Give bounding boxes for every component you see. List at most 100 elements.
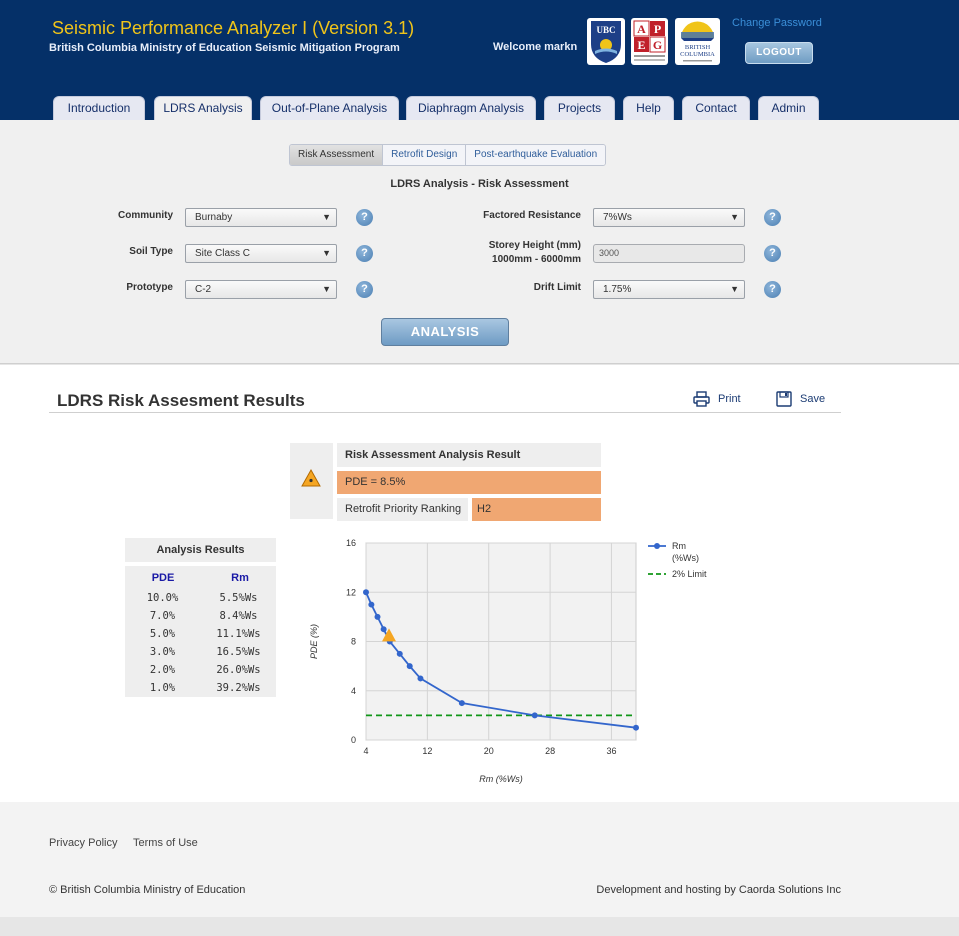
chevron-down-icon: ▼ bbox=[322, 248, 331, 258]
community-value: Burnaby bbox=[195, 212, 233, 223]
tab-introduction[interactable]: Introduction bbox=[53, 96, 145, 120]
risk-assessment-form: Risk Assessment Retrofit Design Post-ear… bbox=[0, 120, 959, 364]
rm-data-point bbox=[458, 700, 465, 707]
analysis-button[interactable]: ANALYSIS bbox=[381, 318, 509, 346]
rm-data-point bbox=[363, 589, 369, 596]
drift-limit-help-icon[interactable]: ? bbox=[764, 281, 781, 298]
table-cell-rm: 5.5%Ws bbox=[219, 592, 258, 604]
results-section: LDRS Risk Assesment Results Print Save R… bbox=[0, 365, 959, 802]
save-label: Save bbox=[800, 393, 826, 405]
column-header-rm: Rm bbox=[231, 572, 249, 584]
rm-data-point bbox=[396, 650, 403, 657]
rm-data-point bbox=[406, 663, 413, 670]
x-tick-label: 36 bbox=[606, 746, 616, 756]
privacy-policy-link[interactable]: Privacy Policy bbox=[49, 837, 117, 849]
chevron-down-icon: ▼ bbox=[730, 284, 739, 294]
legend-label-rm-unit: (%Ws) bbox=[672, 553, 699, 563]
prototype-select[interactable]: C-2 ▼ bbox=[185, 280, 337, 299]
retrofit-priority-value: H2 bbox=[472, 498, 601, 521]
column-header-pde: PDE bbox=[151, 572, 175, 584]
tab-projects[interactable]: Projects bbox=[544, 96, 615, 120]
table-cell-pde: 1.0% bbox=[149, 682, 176, 694]
site-footer: Privacy Policy Terms of Use © British Co… bbox=[0, 802, 959, 917]
prototype-help-icon[interactable]: ? bbox=[356, 281, 373, 298]
analysis-results-table: PDE Rm 10.0% 5.5%Ws 7.0% 8.4%Ws 5.0% 11.… bbox=[125, 566, 276, 697]
x-axis-title: Rm (%Ws) bbox=[479, 774, 523, 784]
y-tick-label: 8 bbox=[351, 637, 356, 647]
factored-resistance-label: Factored Resistance bbox=[483, 210, 581, 221]
logout-button[interactable]: LOGOUT bbox=[745, 42, 813, 64]
y-tick-label: 4 bbox=[351, 686, 356, 696]
drift-limit-select[interactable]: 1.75% ▼ bbox=[593, 280, 745, 299]
tab-admin[interactable]: Admin bbox=[758, 96, 819, 120]
y-axis-title: PDE (%) bbox=[309, 624, 319, 659]
chevron-down-icon: ▼ bbox=[322, 284, 331, 294]
sub-tabs: Risk Assessment Retrofit Design Post-ear… bbox=[289, 144, 607, 166]
app-title: Seismic Performance Analyzer I (Version … bbox=[52, 18, 415, 38]
tab-contact[interactable]: Contact bbox=[682, 96, 750, 120]
print-button[interactable]: Print bbox=[693, 391, 741, 407]
change-password-link[interactable]: Change Password bbox=[732, 17, 822, 29]
storey-height-input[interactable]: 3000 bbox=[593, 244, 745, 263]
factored-resistance-select[interactable]: 7%Ws ▼ bbox=[593, 208, 745, 227]
table-cell-pde: 10.0% bbox=[146, 592, 179, 604]
subtab-risk-assessment[interactable]: Risk Assessment bbox=[290, 145, 384, 165]
prototype-value: C-2 bbox=[195, 284, 212, 295]
subtab-retrofit-design[interactable]: Retrofit Design bbox=[383, 145, 467, 165]
tab-diaphragm-analysis[interactable]: Diaphragm Analysis bbox=[406, 96, 536, 120]
retrofit-priority-label: Retrofit Priority Ranking bbox=[337, 498, 468, 521]
chevron-down-icon: ▼ bbox=[322, 212, 331, 222]
print-label: Print bbox=[718, 393, 741, 405]
legend-label-limit: 2% Limit bbox=[672, 569, 707, 579]
app-subtitle: British Columbia Ministry of Education S… bbox=[49, 42, 400, 54]
printer-icon bbox=[693, 391, 710, 407]
terms-of-use-link[interactable]: Terms of Use bbox=[133, 837, 198, 849]
legend-marker-rm bbox=[654, 543, 660, 549]
pde-rm-chart: 4 12 20 28 360481216Rm (%Ws)PDE (%)Rm(%Ws)2%… bbox=[309, 538, 707, 784]
y-tick-label: 12 bbox=[346, 587, 356, 597]
warning-panel bbox=[290, 443, 333, 519]
x-tick-label: 4 bbox=[363, 746, 368, 756]
warning-icon bbox=[301, 469, 321, 487]
rm-data-point bbox=[531, 712, 538, 719]
ubc-logo: UBC bbox=[587, 18, 625, 65]
tab-out-of-plane-analysis[interactable]: Out-of-Plane Analysis bbox=[260, 96, 399, 120]
apeg-logo: A P E G bbox=[631, 18, 668, 65]
soil-type-help-icon[interactable]: ? bbox=[356, 245, 373, 262]
pde-value: PDE = 8.5% bbox=[337, 471, 601, 494]
ubc-logo-text: UBC bbox=[596, 25, 615, 35]
apeg-letter: G bbox=[653, 38, 662, 52]
x-tick-label: 12 bbox=[422, 746, 432, 756]
results-divider bbox=[49, 412, 841, 413]
factored-resistance-help-icon[interactable]: ? bbox=[764, 209, 781, 226]
soil-type-select[interactable]: Site Class C ▼ bbox=[185, 244, 337, 263]
hosting-credit: Development and hosting by Caorda Soluti… bbox=[596, 884, 841, 896]
form-title: LDRS Analysis - Risk Assessment bbox=[390, 178, 569, 190]
save-button[interactable]: Save bbox=[776, 391, 825, 407]
y-tick-label: 0 bbox=[351, 735, 356, 745]
storey-height-label-line1: Storey Height (mm) bbox=[488, 240, 581, 251]
y-tick-label: 16 bbox=[346, 538, 356, 548]
rm-data-point bbox=[633, 724, 639, 731]
rm-data-point bbox=[368, 601, 375, 608]
rm-data-point bbox=[380, 626, 387, 633]
storey-height-help-icon[interactable]: ? bbox=[764, 245, 781, 262]
community-label: Community bbox=[118, 210, 173, 221]
table-cell-rm: 8.4%Ws bbox=[219, 610, 258, 622]
community-select[interactable]: Burnaby ▼ bbox=[185, 208, 337, 227]
rm-data-point bbox=[374, 613, 381, 620]
tab-ldrs-analysis[interactable]: LDRS Analysis bbox=[154, 96, 252, 121]
table-cell-rm: 11.1%Ws bbox=[216, 628, 261, 640]
welcome-text: Welcome markn bbox=[493, 41, 578, 53]
tab-help[interactable]: Help bbox=[623, 96, 674, 120]
table-cell-pde: 7.0% bbox=[149, 610, 176, 622]
community-help-icon[interactable]: ? bbox=[356, 209, 373, 226]
subtab-post-earthquake-evaluation[interactable]: Post-earthquake Evaluation bbox=[466, 145, 606, 165]
bc-logo-text: COLUMBIA bbox=[680, 51, 715, 58]
soil-type-label: Soil Type bbox=[129, 246, 173, 257]
bc-logo: BRITISH COLUMBIA bbox=[675, 18, 720, 65]
apeg-letter: P bbox=[654, 22, 661, 36]
table-cell-pde: 3.0% bbox=[149, 646, 176, 658]
table-cell-rm: 39.2%Ws bbox=[216, 682, 261, 694]
apeg-letter: A bbox=[637, 22, 646, 36]
